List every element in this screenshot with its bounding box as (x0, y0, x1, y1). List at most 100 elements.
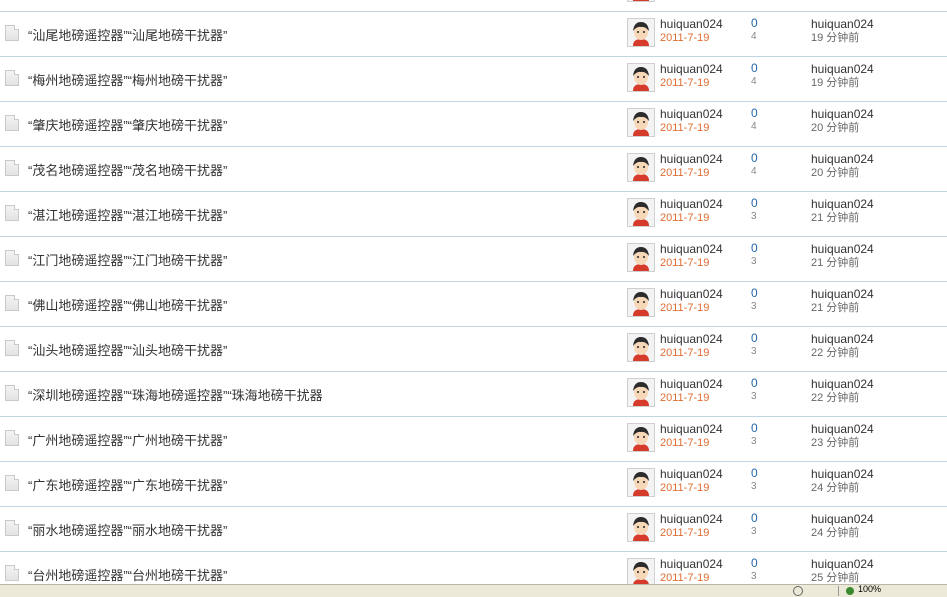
view-count: 4 (751, 31, 757, 42)
last-post-cell: huiquan024 21 分钟前 (811, 242, 874, 270)
avatar[interactable] (627, 63, 655, 92)
last-post-time[interactable]: 19 分钟前 (811, 31, 874, 45)
author-name-link[interactable]: huiquan024 (660, 422, 723, 436)
reply-count[interactable]: 0 (751, 286, 758, 300)
last-poster-link[interactable]: huiquan024 (811, 557, 874, 571)
last-post-cell: huiquan024 22 分钟前 (811, 377, 874, 405)
avatar[interactable] (627, 108, 655, 137)
browser-status-bar: 100% (0, 584, 947, 597)
author-name-link[interactable]: huiquan024 (660, 242, 723, 256)
thread-title-link[interactable]: “台州地磅遥控器”“台州地磅干扰器” (28, 565, 227, 584)
last-post-time[interactable]: 21 分钟前 (811, 211, 874, 225)
thread-title-link[interactable]: “湛江地磅遥控器”“湛江地磅干扰器” (28, 205, 227, 224)
author-name-link[interactable]: huiquan024 (660, 17, 723, 31)
view-count: 3 (751, 481, 757, 492)
last-poster-link[interactable]: huiquan024 (811, 152, 874, 166)
last-post-time[interactable]: 21 分钟前 (811, 301, 874, 315)
thread-title-link[interactable]: “丽水地磅遥控器”“丽水地磅干扰器” (28, 520, 227, 539)
reply-count[interactable]: 0 (751, 151, 758, 165)
reply-count[interactable]: 0 (751, 331, 758, 345)
reply-count[interactable]: 0 (751, 556, 758, 570)
last-poster-link[interactable]: huiquan024 (811, 287, 874, 301)
last-poster-link[interactable]: huiquan024 (811, 422, 874, 436)
post-date: 2011-7-19 (660, 122, 710, 134)
avatar[interactable] (627, 468, 655, 497)
thread-title-link[interactable]: “佛山地磅遥控器”“佛山地磅干扰器” (28, 295, 227, 314)
reply-count[interactable]: 0 (751, 16, 758, 30)
author-cell: huiquan024 2011-7-19 (660, 467, 723, 495)
reply-count[interactable]: 0 (751, 61, 758, 75)
reply-count[interactable]: 0 (751, 196, 758, 210)
avatar[interactable] (627, 558, 655, 587)
avatar[interactable] (627, 333, 655, 362)
view-count: 3 (751, 436, 757, 447)
author-name-link[interactable]: huiquan024 (660, 557, 723, 571)
author-name-link[interactable]: huiquan024 (660, 467, 723, 481)
last-poster-link[interactable]: huiquan024 (811, 242, 874, 256)
thread-title-link[interactable]: “梅州地磅遥控器”“梅州地磅干扰器” (28, 70, 227, 89)
reply-count[interactable]: 0 (751, 241, 758, 255)
thread-title-link[interactable]: “广东地磅遥控器”“广东地磅干扰器” (28, 475, 227, 494)
thread-title-link[interactable]: “深圳地磅遥控器”“珠海地磅遥控器”“珠海地磅干扰器 (28, 385, 323, 404)
thread-title-link[interactable]: “汕尾地磅遥控器”“汕尾地磅干扰器” (28, 25, 227, 44)
last-poster-link[interactable]: huiquan024 (811, 512, 874, 526)
avatar[interactable] (627, 288, 655, 317)
last-post-time[interactable]: 20 分钟前 (811, 121, 874, 135)
avatar[interactable] (627, 0, 655, 2)
thread-row: “汕尾地磅遥控器”“汕尾地磅干扰器”huiquan0242011-7-1904h… (0, 0, 947, 12)
last-poster-link[interactable]: huiquan024 (811, 17, 874, 31)
last-poster-link[interactable]: huiquan024 (811, 107, 874, 121)
thread-title-link[interactable]: “汕头地磅遥控器”“汕头地磅干扰器” (28, 340, 227, 359)
reply-count[interactable]: 0 (751, 511, 758, 525)
post-date: 2011-7-19 (660, 482, 710, 494)
zoom-icon[interactable] (846, 587, 854, 595)
zoom-level[interactable]: 100% (858, 584, 881, 594)
author-name-link[interactable]: huiquan024 (660, 287, 723, 301)
last-poster-link[interactable]: huiquan024 (811, 197, 874, 211)
last-poster-link[interactable]: huiquan024 (811, 62, 874, 76)
author-name-link[interactable]: huiquan024 (660, 512, 723, 526)
avatar[interactable] (627, 153, 655, 182)
author-name-link[interactable]: huiquan024 (660, 107, 723, 121)
reply-count[interactable]: 0 (751, 376, 758, 390)
last-poster-link[interactable]: huiquan024 (811, 467, 874, 481)
folder-icon (5, 385, 19, 401)
last-post-cell: huiquan024 19 分钟前 (811, 17, 874, 45)
avatar[interactable] (627, 513, 655, 542)
author-name-link[interactable]: huiquan024 (660, 197, 723, 211)
avatar[interactable] (627, 378, 655, 407)
last-post-time[interactable]: 24 分钟前 (811, 526, 874, 540)
reply-count[interactable]: 0 (751, 466, 758, 480)
last-poster-link[interactable]: huiquan024 (811, 377, 874, 391)
author-name-link[interactable]: huiquan024 (660, 62, 723, 76)
reply-count[interactable]: 0 (751, 106, 758, 120)
reply-count[interactable]: 0 (751, 421, 758, 435)
avatar[interactable] (627, 198, 655, 227)
thread-row: “湛江地磅遥控器”“湛江地磅干扰器” huiquan024 2011-7-19 0 3 h… (0, 192, 947, 237)
last-post-time[interactable]: 22 分钟前 (811, 391, 874, 405)
last-post-time[interactable]: 25 分钟前 (811, 571, 874, 585)
thread-row: “梅州地磅遥控器”“梅州地磅干扰器” huiquan024 2011-7-19 0 4 h… (0, 57, 947, 102)
last-post-time[interactable]: 23 分钟前 (811, 436, 874, 450)
author-cell: huiquan024 2011-7-19 (660, 152, 723, 180)
last-post-time[interactable]: 22 分钟前 (811, 346, 874, 360)
thread-title-link[interactable]: “广州地磅遥控器”“广州地磅干扰器” (28, 430, 227, 449)
thread-title-link[interactable]: “江门地磅遥控器”“江门地磅干扰器” (28, 250, 227, 269)
post-date: 2011-7-19 (660, 32, 710, 44)
thread-title-link[interactable]: “茂名地磅遥控器”“茂名地磅干扰器” (28, 160, 227, 179)
avatar[interactable] (627, 243, 655, 272)
last-post-time[interactable]: 20 分钟前 (811, 166, 874, 180)
author-name-link[interactable]: huiquan024 (660, 152, 723, 166)
last-post-time[interactable]: 24 分钟前 (811, 481, 874, 495)
thread-list: “汕尾地磅遥控器”“汕尾地磅干扰器” huiquan024 2011-7-19 0 4 h… (0, 0, 947, 597)
last-poster-link[interactable]: huiquan024 (811, 332, 874, 346)
last-post-time[interactable]: 19 分钟前 (811, 76, 874, 90)
author-name-link[interactable]: huiquan024 (660, 332, 723, 346)
thread-title-link[interactable]: “肇庆地磅遥控器”“肇庆地磅干扰器” (28, 115, 227, 134)
post-date: 2011-7-19 (660, 392, 710, 404)
avatar[interactable] (627, 423, 655, 452)
folder-icon (5, 475, 19, 491)
avatar[interactable] (627, 18, 655, 47)
last-post-time[interactable]: 21 分钟前 (811, 256, 874, 270)
author-name-link[interactable]: huiquan024 (660, 377, 723, 391)
